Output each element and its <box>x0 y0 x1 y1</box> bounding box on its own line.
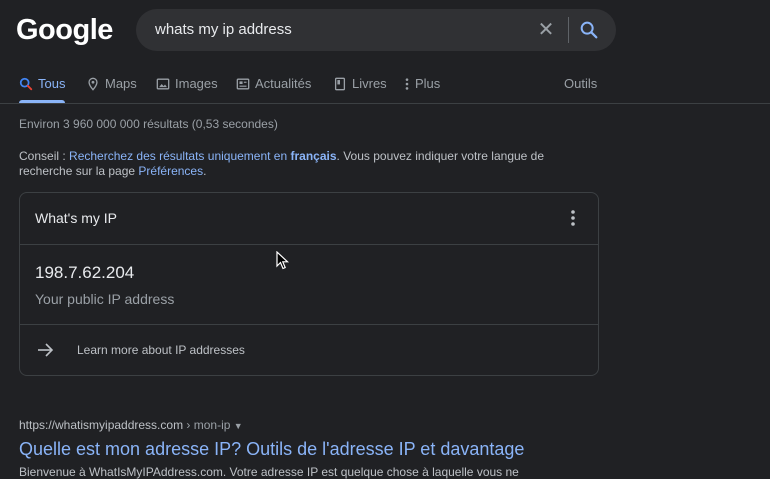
tabs-divider <box>0 103 770 104</box>
image-icon <box>156 78 170 90</box>
result-title-link[interactable]: Quelle est mon adresse IP? Outils de l'a… <box>19 439 524 460</box>
preferences-link[interactable]: Préférences <box>138 164 203 178</box>
search-icon[interactable] <box>578 19 600 41</box>
search-in-language-link[interactable]: Recherchez des résultats uniquement en f… <box>69 149 337 163</box>
search-tabs: Tous Maps Images Actualités Livres Plus … <box>0 76 770 104</box>
search-box[interactable]: whats my ip address ✕ <box>136 9 616 51</box>
ip-address-label: Your public IP address <box>35 291 175 307</box>
search-divider <box>568 17 569 43</box>
card-title: What's my IP <box>35 210 118 226</box>
tab-maps[interactable]: Maps <box>86 76 137 103</box>
mouse-pointer-icon <box>276 251 290 270</box>
tab-actualites[interactable]: Actualités <box>236 76 311 103</box>
map-pin-icon <box>88 77 98 91</box>
result-stats: Environ 3 960 000 000 résultats (0,53 se… <box>19 117 278 131</box>
tab-label: Maps <box>105 76 137 91</box>
tab-tous[interactable]: Tous <box>19 76 66 103</box>
tab-label: Plus <box>415 76 441 91</box>
tab-plus[interactable]: Plus <box>404 76 440 103</box>
learn-more-link[interactable]: Learn more about IP addresses <box>77 343 245 357</box>
result-snippet: Bienvenue à WhatIsMyIPAddress.com. Votre… <box>19 465 519 479</box>
ip-address-value: 198.7.62.204 <box>35 263 135 282</box>
result-url[interactable]: https://whatismyipaddress.com › mon-ip ▼ <box>19 418 243 432</box>
tip-language: français <box>290 149 337 163</box>
tip-prefix: Conseil : <box>19 149 70 163</box>
result-path: › mon-ip <box>183 418 231 432</box>
caret-down-icon[interactable]: ▼ <box>234 421 243 431</box>
tab-images[interactable]: Images <box>156 76 218 103</box>
language-tip: Conseil : Recherchez des résultats uniqu… <box>19 149 579 179</box>
tools-button[interactable]: Outils <box>564 76 597 103</box>
close-icon[interactable]: ✕ <box>536 20 556 40</box>
news-icon <box>236 78 250 90</box>
google-logo[interactable]: Google <box>16 14 113 47</box>
more-options-icon[interactable] <box>565 209 581 227</box>
arrow-right-icon[interactable] <box>37 342 55 358</box>
card-divider <box>20 244 598 245</box>
card-divider <box>20 324 598 325</box>
search-input[interactable]: whats my ip address <box>155 21 292 38</box>
tools-label: Outils <box>564 76 598 91</box>
tab-label: Livres <box>352 76 387 91</box>
ip-answer-card: What's my IP 198.7.62.204 Your public IP… <box>19 192 599 376</box>
tab-label: Tous <box>38 76 66 91</box>
tab-label: Actualités <box>255 76 312 91</box>
result-domain: https://whatismyipaddress.com <box>19 418 184 432</box>
tip-link-text: Recherchez des résultats uniquement en <box>69 149 288 163</box>
tab-livres[interactable]: Livres <box>333 76 387 103</box>
tab-label: Images <box>175 76 218 91</box>
tip-suffix: . <box>203 164 207 178</box>
search-icon <box>19 77 33 91</box>
more-vert-icon <box>405 78 409 90</box>
book-icon <box>334 77 346 91</box>
